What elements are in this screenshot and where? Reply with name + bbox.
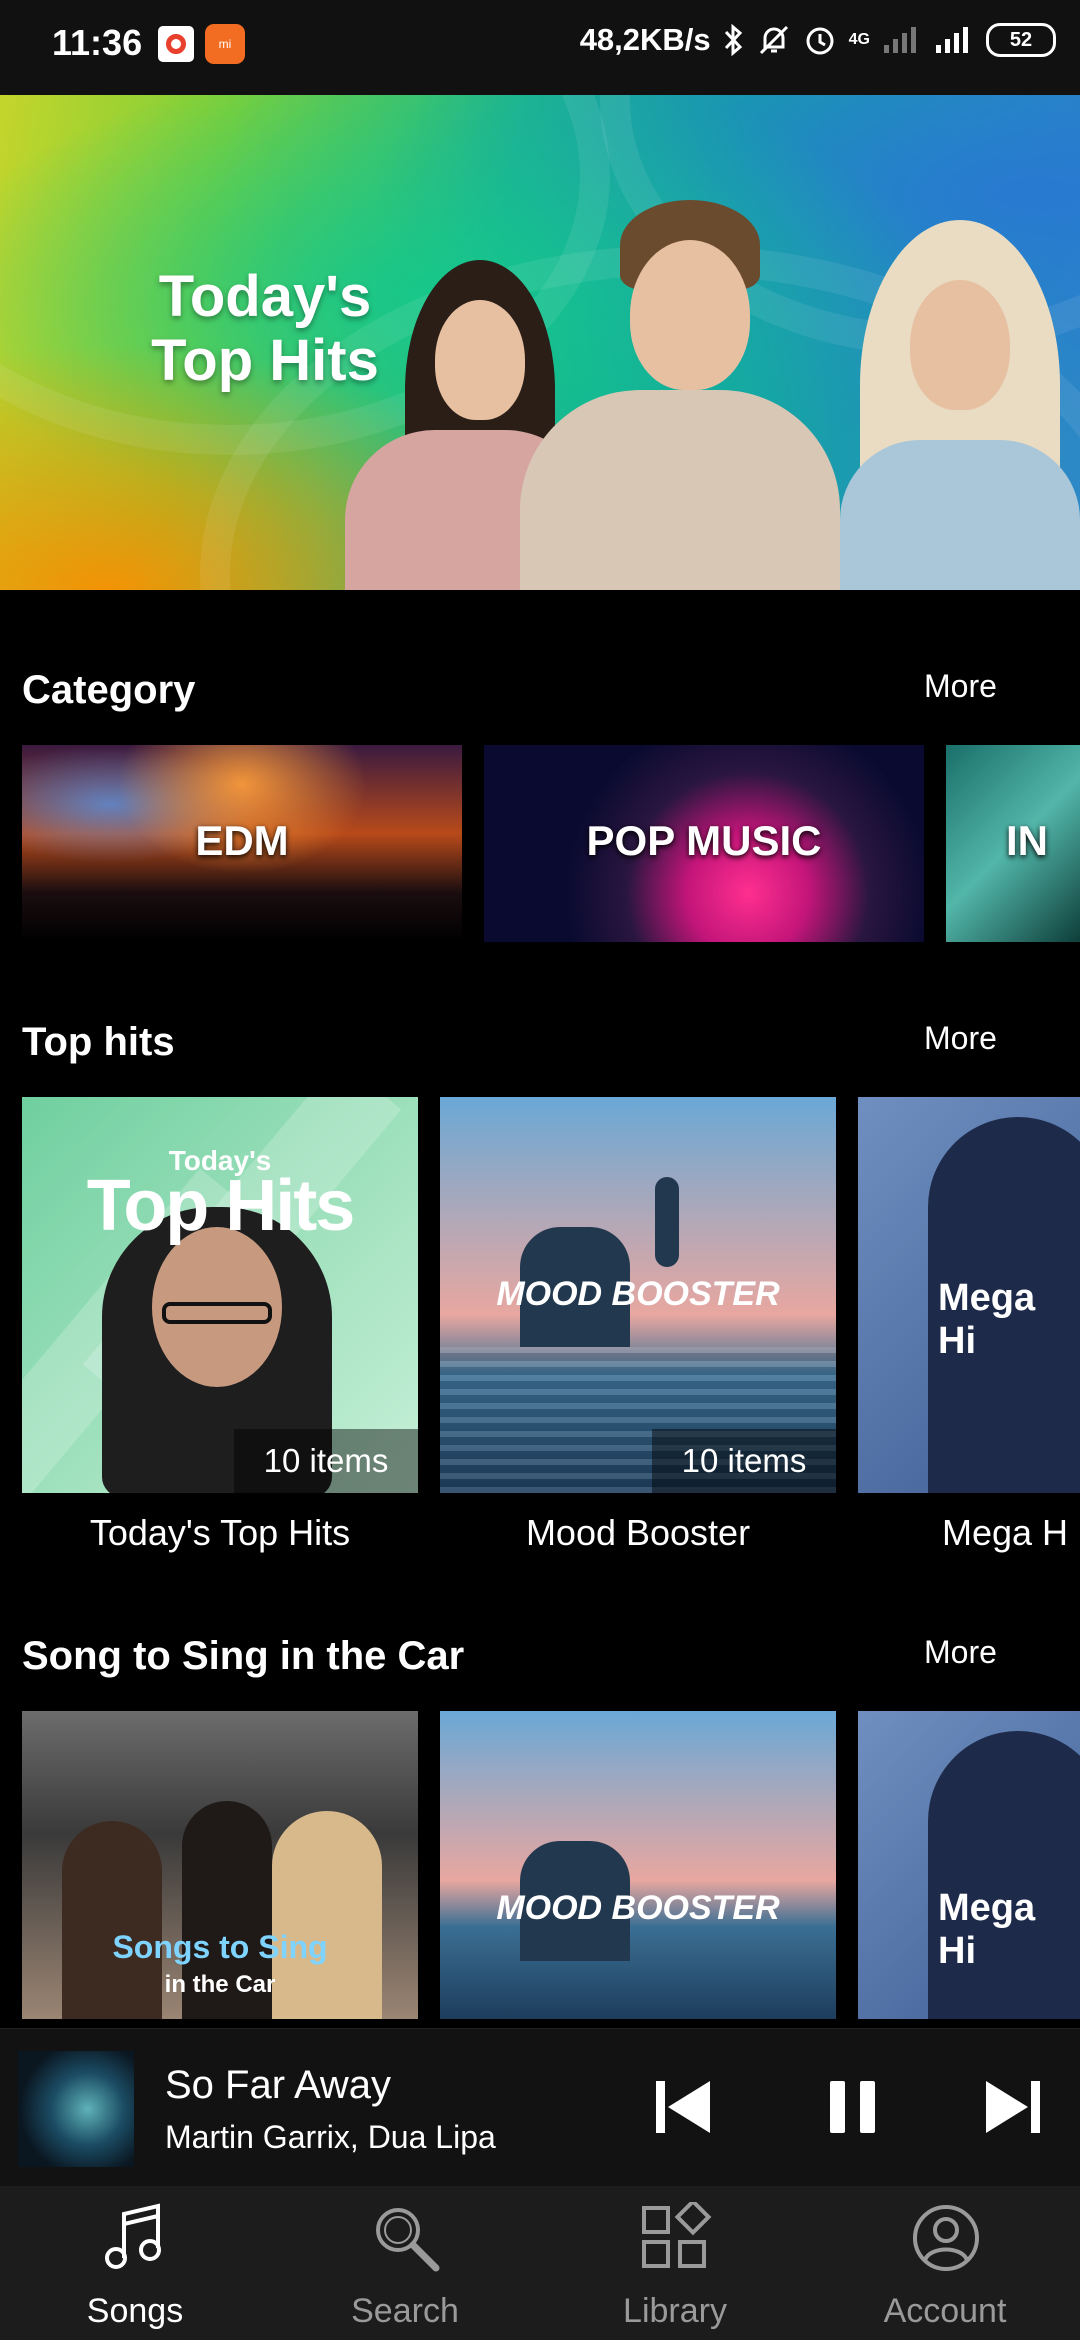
now-playing-artwork[interactable] — [18, 2051, 134, 2167]
nav-account[interactable]: Account — [810, 2186, 1080, 2340]
search-icon — [376, 2208, 440, 2272]
artist-photo — [520, 200, 840, 590]
item-count-badge: 10 items — [652, 1429, 836, 1493]
top-hits-heading: Top hits — [22, 1020, 175, 1064]
playlist-caption[interactable]: Mood Booster — [440, 1512, 836, 1554]
library-icon — [642, 2202, 712, 2268]
alarm-icon — [806, 27, 834, 55]
signal-icon — [884, 27, 916, 53]
status-bar: 11:36 mi 48,2KB/s 4G 52 — [0, 0, 1080, 95]
account-icon — [913, 2205, 979, 2271]
hero-banner[interactable]: Today's Top Hits — [0, 95, 1080, 590]
playlist-card-mood-booster[interactable]: MOOD BOOSTER 10 items — [440, 1097, 836, 1493]
playlist-caption[interactable]: Today's Top Hits — [22, 1512, 418, 1554]
category-tile-pop-music[interactable]: POP MUSIC — [484, 745, 924, 942]
category-heading: Category — [22, 668, 196, 712]
battery-indicator: 52 — [986, 23, 1056, 57]
previous-track-button[interactable] — [652, 2077, 712, 2137]
top-hits-more-link[interactable]: More — [924, 1020, 997, 1057]
playlist-card-mega-hits-2[interactable]: Mega Hi — [858, 1711, 1080, 2019]
playlist-caption[interactable]: Mega H — [942, 1512, 1068, 1554]
artist-photo — [840, 220, 1080, 590]
nav-songs[interactable]: Songs — [0, 2186, 270, 2340]
item-count-badge: 10 items — [234, 1429, 418, 1493]
music-note-icon — [105, 2203, 161, 2269]
bluetooth-icon — [724, 23, 742, 57]
playlist-card-songs-to-sing[interactable]: Songs to Sing in the Car — [22, 1711, 418, 2019]
next-track-button[interactable] — [984, 2077, 1044, 2137]
playlist-card-mega-hits[interactable]: Mega Hi — [858, 1097, 1080, 1493]
now-playing-artist: Martin Garrix, Dua Lipa — [165, 2119, 496, 2155]
signal-icon-2 — [936, 27, 968, 53]
nav-library[interactable]: Library — [540, 2186, 810, 2340]
status-right: 48,2KB/s 4G 52 — [580, 22, 1056, 58]
mute-bell-icon — [759, 25, 788, 55]
nav-search[interactable]: Search — [270, 2186, 540, 2340]
category-more-link[interactable]: More — [924, 668, 997, 705]
car-songs-heading: Song to Sing in the Car — [22, 1634, 465, 1678]
now-playing-title: So Far Away — [165, 2063, 392, 2107]
network-speed: 48,2KB/s — [579, 22, 711, 57]
status-time: 11:36 — [52, 22, 143, 63]
mini-player[interactable]: So Far Away Martin Garrix, Dua Lipa — [0, 2028, 1080, 2186]
bottom-navigation: Songs Search Library Account — [0, 2186, 1080, 2340]
category-tile-edm[interactable]: EDM — [22, 745, 462, 942]
car-songs-more-link[interactable]: More — [924, 1634, 997, 1671]
network-type: 4G — [848, 31, 870, 48]
playlist-card-mood-booster-2[interactable]: MOOD BOOSTER — [440, 1711, 836, 2019]
mi-app-icon: mi — [205, 24, 245, 64]
pause-button[interactable] — [826, 2077, 880, 2137]
notification-app-icon — [158, 26, 194, 62]
category-tile-partial[interactable]: IN — [946, 745, 1080, 942]
playlist-card-todays-top-hits[interactable]: Today's Top Hits 10 items — [22, 1097, 418, 1493]
